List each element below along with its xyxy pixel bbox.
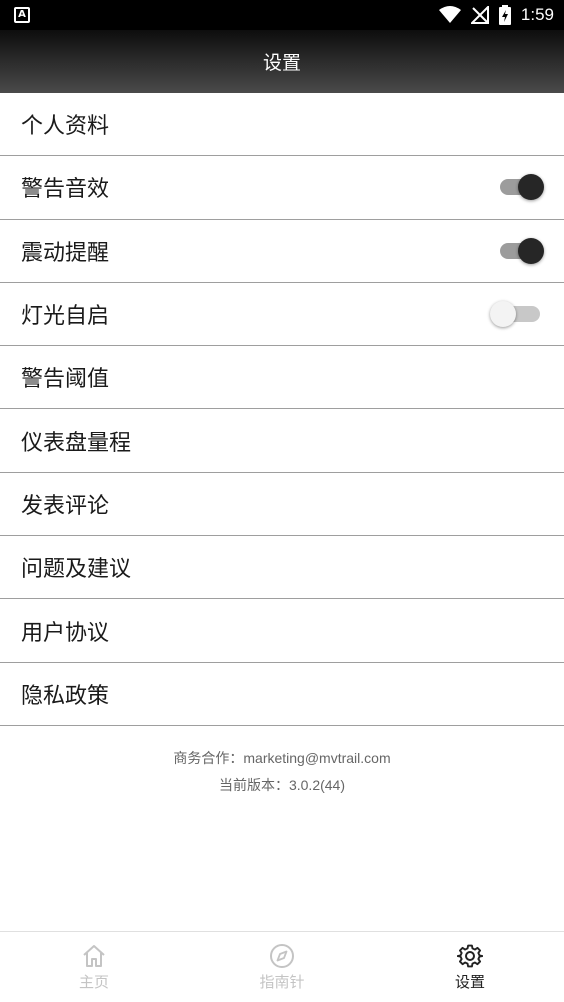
home-icon	[83, 944, 105, 967]
page-title: 设置	[262, 52, 301, 74]
settings-item-alert-sound[interactable]: 警告音效	[0, 156, 564, 220]
compass-icon	[270, 943, 294, 968]
app-notification-icon: A	[14, 7, 30, 23]
nav-item-settings[interactable]: 设置	[376, 932, 564, 1002]
settings-item-label: 震动提醒	[21, 240, 110, 266]
settings-item-post-review[interactable]: 发表评论	[0, 473, 564, 537]
business-contact: 商务合作：marketing@mvtrail.com	[173, 750, 391, 766]
nav-label: 主页	[78, 972, 109, 991]
settings-item-label: 灯光自启	[21, 304, 110, 330]
light-auto-toggle[interactable]	[490, 299, 542, 329]
settings-item-vibration[interactable]: 震动提醒	[0, 220, 564, 283]
settings-item-label: 用户协议	[21, 620, 110, 646]
settings-item-label: 仪表盘量程	[21, 430, 132, 456]
gear-icon	[457, 944, 483, 967]
settings-item-dashboard-range[interactable]: 仪表盘量程	[0, 409, 564, 473]
settings-item-privacy-policy[interactable]: 隐私政策	[0, 663, 564, 726]
nav-label: 指南针	[259, 972, 305, 991]
settings-item-profile[interactable]: 个人资料	[0, 93, 564, 157]
settings-item-alert-threshold[interactable]: 警告阈值	[0, 346, 564, 410]
alert-sound-toggle[interactable]	[500, 172, 544, 202]
settings-item-label: 隐私政策	[21, 683, 110, 709]
status-time: 1:59	[520, 5, 554, 24]
vibration-toggle[interactable]	[500, 236, 544, 266]
nav-item-home[interactable]: 主页	[0, 932, 188, 1002]
nav-label: 设置	[454, 972, 485, 991]
status-bar: A 1:59	[0, 0, 564, 30]
battery-charging-icon	[498, 5, 511, 25]
settings-item-label: 警告阈值	[21, 367, 110, 393]
app-header: 设置	[0, 30, 564, 93]
settings-item-light-auto[interactable]: 灯光自启	[0, 283, 564, 347]
app-version: 当前版本：3.0.2(44)	[218, 777, 346, 793]
wifi-icon	[438, 6, 461, 23]
settings-item-feedback[interactable]: 问题及建议	[0, 536, 564, 600]
settings-item-user-agreement[interactable]: 用户协议	[0, 599, 564, 663]
nav-item-compass[interactable]: 指南针	[188, 932, 376, 1002]
footer-info: 商务合作：marketing@mvtrail.com 当前版本：3.0.2(44…	[0, 745, 564, 799]
settings-list: 个人资料 警告音效 震动提醒 灯光自启 警告阈值 仪表盘量程 发表评论 问题及建…	[0, 93, 564, 726]
settings-item-label: 个人资料	[21, 114, 110, 140]
settings-item-label: 问题及建议	[21, 557, 132, 583]
settings-item-label: 发表评论	[21, 493, 110, 519]
settings-item-label: 警告音效	[21, 177, 110, 203]
signal-off-icon	[470, 6, 489, 24]
bottom-nav: 主页 指南针 设置	[0, 931, 564, 1002]
